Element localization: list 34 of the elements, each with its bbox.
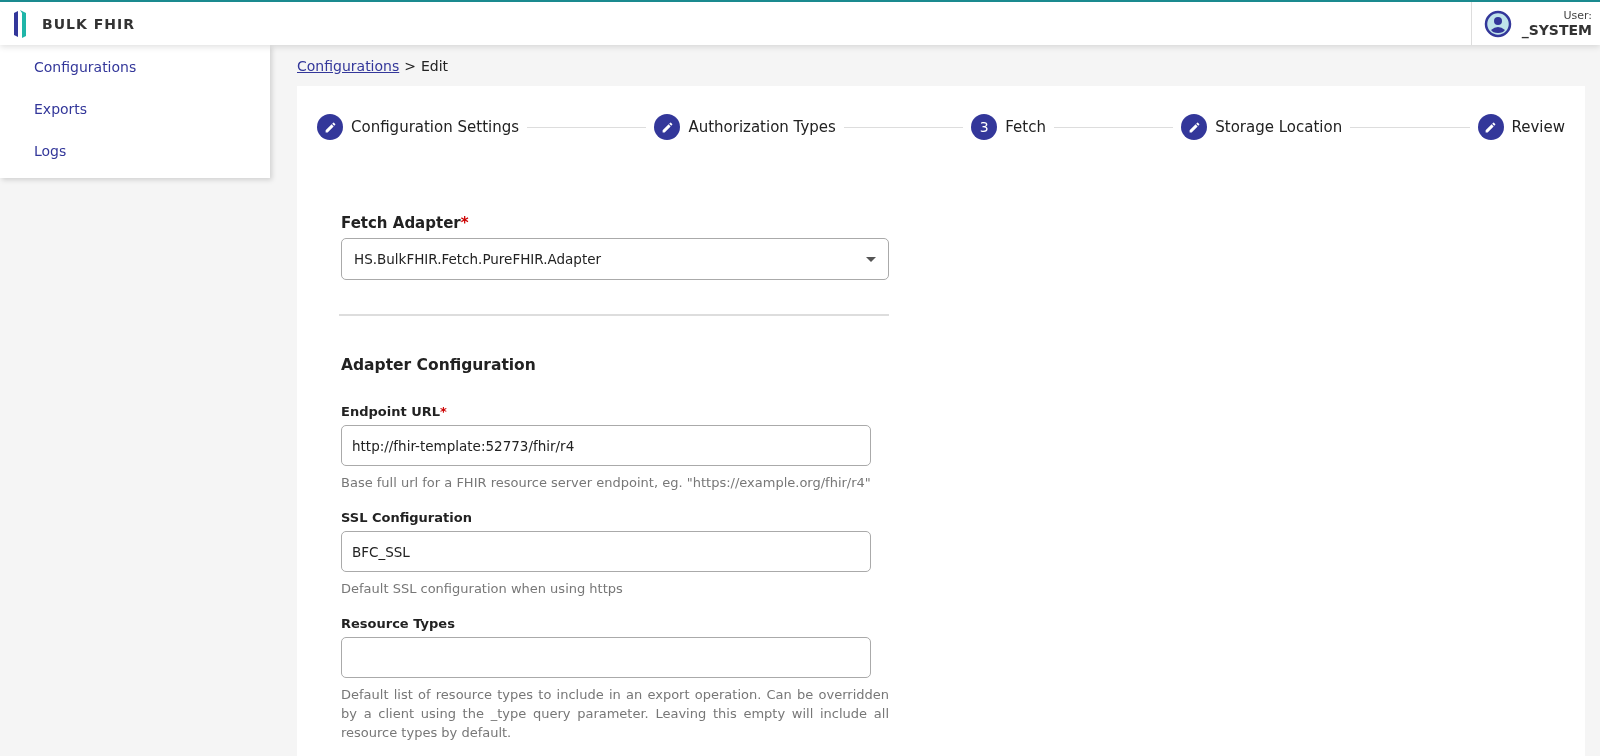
field-label: SSL Configuration bbox=[341, 510, 473, 525]
breadcrumb-current: Edit bbox=[421, 57, 449, 74]
help-text: Base full url for a FHIR resource server endpoint, eg. "https://example.org/fhir/r4" bbox=[341, 474, 872, 492]
input-field[interactable] bbox=[341, 637, 871, 678]
field-label: Endpoint URL* bbox=[341, 404, 448, 419]
help-text: Default list of resource types to include in an export operation. Can be overridden by a client using the _type query parameter. Leaving this empty will include all resource types by default. bbox=[341, 686, 889, 742]
sidebar-item[interactable]: Configurations bbox=[0, 47, 270, 89]
field-label: Resource Types bbox=[341, 616, 456, 631]
field-label: Fetch Adapter* bbox=[341, 214, 470, 232]
breadcrumb-link[interactable]: Configurations bbox=[297, 57, 400, 74]
user-avatar-icon[interactable] bbox=[1483, 9, 1512, 38]
logo-icon bbox=[14, 9, 26, 38]
step-label[interactable]: Review bbox=[1511, 118, 1566, 136]
sidebar-item[interactable]: Logs bbox=[0, 131, 270, 173]
user-label: User: bbox=[1563, 9, 1592, 22]
input-field[interactable]: http://fhir-template:52773/fhir/r4 bbox=[341, 425, 871, 466]
pencil-icon bbox=[1187, 120, 1201, 134]
user-name: _SYSTEM bbox=[1521, 22, 1592, 38]
breadcrumb-separator: > bbox=[404, 57, 416, 74]
step-number: 3 bbox=[971, 114, 998, 140]
step-label[interactable]: Authorization Types bbox=[688, 118, 836, 136]
section-title: Adapter Configuration bbox=[341, 356, 537, 374]
help-text: Default SSL configuration when using https bbox=[341, 580, 624, 598]
app-title: BULK FHIR bbox=[42, 15, 135, 32]
step-label[interactable]: Configuration Settings bbox=[351, 118, 520, 136]
pencil-icon bbox=[1484, 120, 1497, 134]
sidebar-item[interactable]: Exports bbox=[0, 89, 270, 131]
pencil-icon bbox=[323, 120, 337, 134]
step-label[interactable]: Fetch bbox=[1005, 118, 1046, 136]
caret-icon bbox=[866, 256, 876, 262]
adapter-dropdown[interactable]: HS.BulkFHIR.Fetch.PureFHIR.Adapter bbox=[341, 238, 889, 280]
pencil-icon bbox=[660, 120, 674, 134]
input-field[interactable]: BFC_SSL bbox=[341, 531, 871, 572]
step-label[interactable]: Storage Location bbox=[1215, 118, 1343, 136]
